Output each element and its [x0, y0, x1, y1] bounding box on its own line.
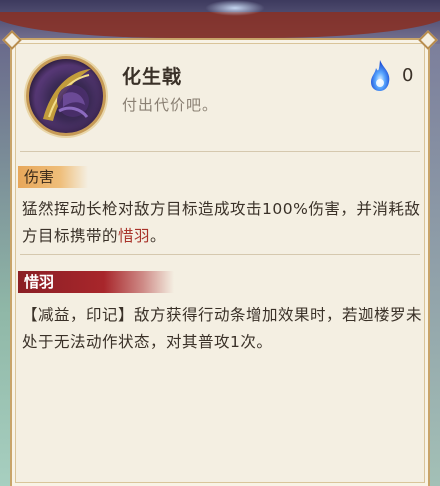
scene-edge-left: [0, 44, 10, 486]
section-divider: [20, 151, 420, 152]
skill-subtitle: 付出代价吧。: [122, 96, 219, 114]
section-divider: [20, 254, 420, 255]
cost-value: 0: [402, 65, 414, 86]
damage-description-text: 猛然挥动长枪对敌方目标造成攻击100%伤害，并消耗敌方目标携带的: [22, 200, 421, 245]
blue-soul-flame-icon: [367, 58, 393, 92]
skill-name: 化生戟: [122, 66, 183, 88]
damage-tag: 伤害: [18, 166, 88, 188]
skill-detail-panel: 化生戟 付出代价吧。 0 伤害 猛然挥动长枪对敌方目标造成攻击100%伤害，并消…: [2, 30, 438, 486]
scene-edge-right: [430, 44, 440, 486]
cherish-tag: 惜羽: [18, 271, 174, 293]
damage-description-end: 。: [150, 227, 167, 245]
skill-icon: [26, 56, 106, 136]
cherish-description: 【减益，印记】敌方获得行动条增加效果时，若迦楼罗未处于无法动作状态，对其普攻1次…: [22, 306, 423, 351]
cherish-keyword-link[interactable]: 惜羽: [118, 227, 150, 245]
lantern-glow: [205, 0, 265, 16]
damage-description: 猛然挥动长枪对敌方目标造成攻击100%伤害，并消耗敌方目标携带的惜羽。: [22, 196, 422, 250]
